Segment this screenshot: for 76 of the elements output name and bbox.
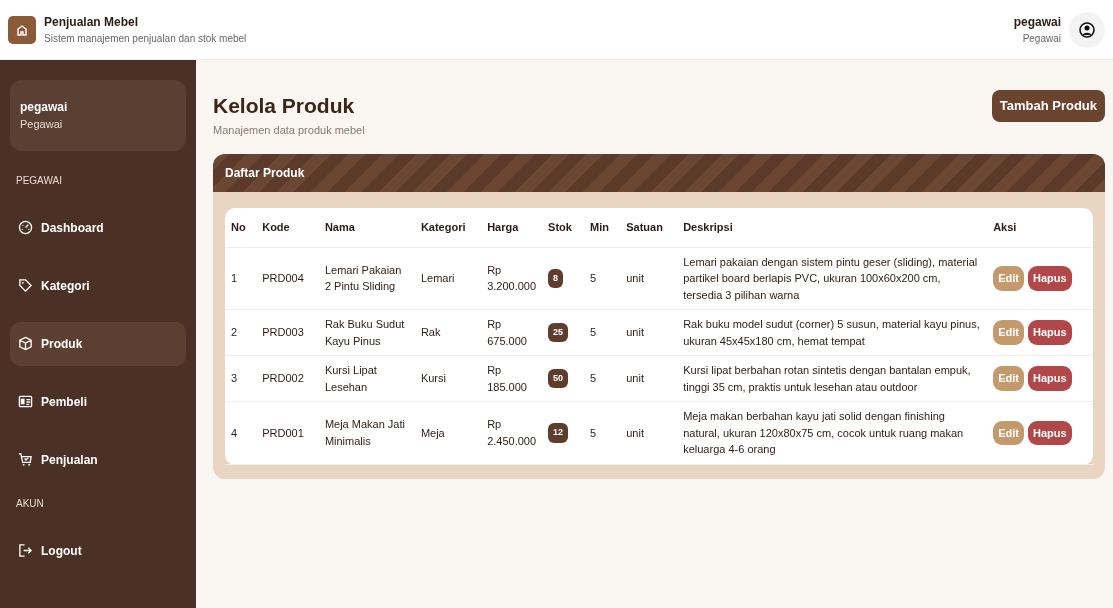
table-cell: Kursi <box>414 355 482 402</box>
table-cell: PRD001 <box>256 401 319 464</box>
table-cell: 4 <box>225 401 257 464</box>
user-name: pegawai <box>1013 14 1061 31</box>
table-cell: PRD003 <box>256 309 319 356</box>
delete-button[interactable]: Hapus <box>1027 320 1072 345</box>
section-label: AKUN <box>15 496 45 511</box>
sidebar-item[interactable]: Kategori <box>10 263 186 308</box>
gauge-icon <box>18 220 33 235</box>
table-cell: Rp 675.000 <box>481 309 543 356</box>
table-cell: Lemari pakaian dengan sistem pintu geser (sliding), material partikel board berlapis PVC, ukuran 100x60x200 cm, tersedia 3 pilihan warna <box>677 247 988 310</box>
stock-badge: 12 <box>548 423 569 443</box>
column-header: Nama <box>318 208 415 247</box>
column-header: Min <box>584 208 621 247</box>
card-title: Daftar Produk <box>225 165 305 182</box>
stock-badge: 8 <box>548 268 564 288</box>
column-header: Satuan <box>620 208 678 247</box>
column-header: Aksi <box>987 208 1093 247</box>
table-cell: Kursi lipat berbahan rotan sintetis dengan bantalan empuk, tinggi 35 cm, praktis untuk lesehan atau outdoor <box>677 355 988 402</box>
id-card-icon <box>18 394 33 409</box>
table-cell: unit <box>620 355 678 402</box>
table-cell: Lemari Pakaian 2 Pintu Sliding <box>318 247 415 310</box>
tag-icon <box>18 278 33 293</box>
column-header: No <box>225 208 257 247</box>
table-cell: Kursi Lipat Lesehan <box>318 355 415 402</box>
page-subtitle: Manajemen data produk mebel <box>213 122 365 138</box>
user-role: Pegawai <box>20 117 64 132</box>
table-cell: unit <box>620 309 678 356</box>
column-header: Deskripsi <box>677 208 988 247</box>
sidebar-item[interactable]: Logout <box>10 528 186 573</box>
delete-button[interactable]: Hapus <box>1027 366 1072 391</box>
section-label: PEGAWAI <box>15 173 63 188</box>
add-product-button[interactable]: Tambah Produk <box>991 90 1105 122</box>
home-icon <box>8 15 36 44</box>
delete-button[interactable]: Hapus <box>1027 266 1072 291</box>
table-cell: 3 <box>225 355 257 402</box>
table-cell: 5 <box>584 355 621 402</box>
column-header: Kategori <box>414 208 482 247</box>
table-cell: Meja <box>414 401 482 464</box>
table-cell: Rak <box>414 309 482 356</box>
box-icon <box>18 336 33 351</box>
table-cell: unit <box>620 247 678 310</box>
sidebar-item[interactable]: Dashboard <box>10 205 186 250</box>
column-header: Harga <box>481 208 543 247</box>
table-cell: Rak buku model sudut (corner) 5 susun, material kayu pinus, ukuran 45x45x180 cm, hemat tempat <box>677 309 988 356</box>
table-cell: Lemari <box>414 247 482 310</box>
user-name: pegawai <box>20 99 69 116</box>
stock-badge: 50 <box>548 368 569 389</box>
cart-icon <box>18 452 33 467</box>
table-cell: unit <box>620 401 678 464</box>
table-cell: Rp 3.200.000 <box>481 247 543 310</box>
table-cell: PRD002 <box>256 355 319 402</box>
table-cell: Rak Buku Sudut Kayu Pinus <box>318 309 415 356</box>
user-role: Pegawai <box>1021 32 1061 46</box>
table-cell: Meja Makan Jati Minimalis <box>318 401 415 464</box>
logout-icon <box>18 543 33 558</box>
table-cell: PRD004 <box>256 247 319 310</box>
sidebar-item[interactable]: Pembeli <box>10 379 186 424</box>
app-subtitle: Sistem manajemen penjualan dan stok mebel <box>44 32 247 46</box>
table-cell: Rp 185.000 <box>481 355 543 402</box>
user-avatar[interactable] <box>1069 11 1105 48</box>
table-cell: 5 <box>584 309 621 356</box>
column-header: Kode <box>256 208 319 247</box>
table-cell: 5 <box>584 247 621 310</box>
table-cell: 5 <box>584 401 621 464</box>
sidebar-item[interactable]: Penjualan <box>10 437 186 482</box>
sidebar-item[interactable]: Produk <box>10 321 186 366</box>
stock-badge: 25 <box>548 322 569 343</box>
page-title: Kelola Produk <box>213 93 356 119</box>
table-cell: Rp 2.450.000 <box>481 401 543 464</box>
delete-button[interactable]: Hapus <box>1027 420 1072 445</box>
table-cell: 1 <box>225 247 257 310</box>
app-title: Penjualan Mebel <box>44 14 140 31</box>
table-cell: Meja makan berbahan kayu jati solid dengan finishing natural, ukuran 120x80x75 cm, cocok untuk ruang makan keluarga 4-6 orang <box>677 401 988 464</box>
table-cell: 2 <box>225 309 257 356</box>
column-header: Stok <box>542 208 584 247</box>
